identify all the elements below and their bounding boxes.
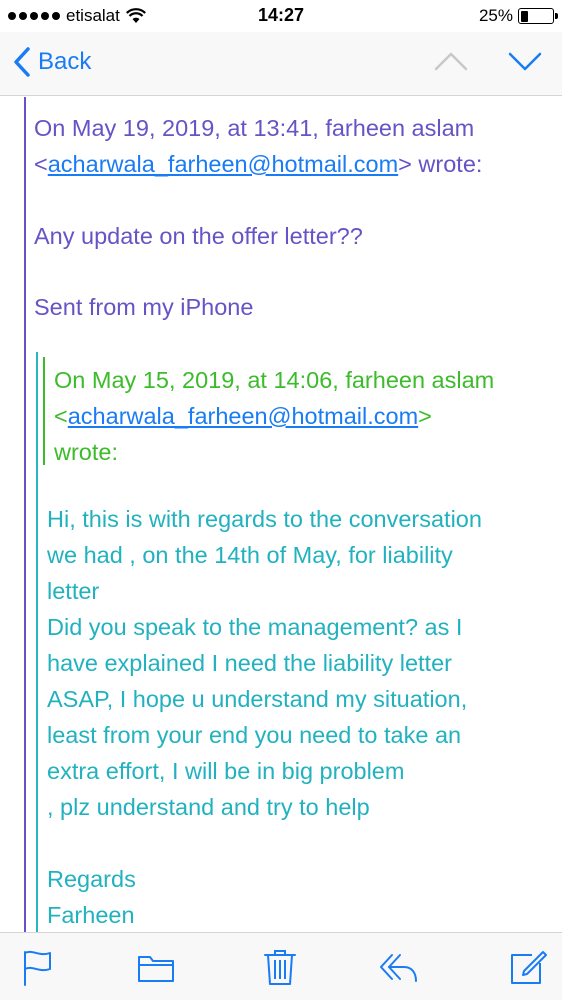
quote1-email-link[interactable]: acharwala_farheen@hotmail.com: [48, 151, 398, 177]
quote2-name: Farheen: [47, 902, 135, 928]
quote-level-1: On May 19, 2019, at 13:41, farheen aslam…: [24, 97, 562, 932]
quote1-header-line1: On May 19, 2019, at 13:41, farheen aslam: [34, 115, 475, 141]
quote-level-2: On May 15, 2019, at 14:06, farheen aslam…: [36, 352, 562, 932]
quote2-line: , plz understand and try to help: [47, 794, 370, 820]
quote3-header-open: <: [54, 403, 68, 429]
battery-icon: [518, 8, 558, 24]
quote1-signature: Sent from my iPhone: [34, 294, 254, 320]
quote2-line: ASAP, I hope u understand my situation,: [47, 686, 468, 712]
quote1-header-close: > wrote:: [398, 151, 483, 177]
quote-level-3: On May 15, 2019, at 14:06, farheen aslam…: [43, 357, 494, 465]
chevron-up-icon[interactable]: [434, 50, 468, 72]
quote2-line: Did you speak to the management? as I: [47, 614, 463, 640]
nav-bar: Back: [0, 32, 562, 96]
quote2-closing: Regards: [47, 866, 136, 892]
back-label: Back: [38, 48, 92, 75]
chevron-down-icon[interactable]: [508, 50, 542, 72]
quote3-header-close: >: [418, 403, 432, 429]
message-navigation: [434, 50, 542, 72]
folder-icon[interactable]: [136, 947, 176, 987]
compose-icon[interactable]: [508, 947, 548, 987]
quote3-header-line1: On May 15, 2019, at 14:06, farheen aslam: [54, 367, 495, 393]
status-time: 14:27: [257, 5, 305, 25]
quote2-line: have explained I need the liability lett…: [47, 650, 452, 676]
quote1-header-open: <: [34, 151, 48, 177]
quote2-line: extra effort, I will be in big problem: [47, 758, 405, 784]
email-body[interactable]: On May 19, 2019, at 13:41, farheen aslam…: [0, 97, 562, 932]
quote3-header-line2: <acharwala_farheen@hotmail.com>: [54, 398, 432, 434]
status-right: 25%: [478, 6, 558, 26]
status-bar: etisalat 14:27 25%: [0, 0, 562, 32]
flag-icon[interactable]: [20, 947, 56, 987]
reply-icon[interactable]: [378, 947, 420, 987]
quote2-line: least from your end you need to take an: [47, 722, 462, 748]
quote3-email-link[interactable]: acharwala_farheen@hotmail.com: [68, 403, 418, 429]
battery-fill: [520, 10, 529, 22]
quote2-line: we had , on the 14th of May, for liabili…: [47, 542, 453, 568]
quote2-line: Hi, this is with regards to the conversa…: [47, 506, 482, 532]
quote1-header-line2: <acharwala_farheen@hotmail.com> wrote:: [34, 146, 482, 182]
quote1-body: Any update on the offer letter??: [34, 223, 363, 249]
trash-icon[interactable]: [262, 947, 298, 987]
quote2-line: letter: [47, 578, 100, 604]
quote3-header-line3: wrote:: [54, 439, 118, 465]
bottom-toolbar: [0, 932, 562, 1000]
battery-percentage: 25%: [478, 6, 513, 25]
chevron-left-icon: [14, 47, 30, 77]
back-button[interactable]: Back: [12, 46, 91, 78]
